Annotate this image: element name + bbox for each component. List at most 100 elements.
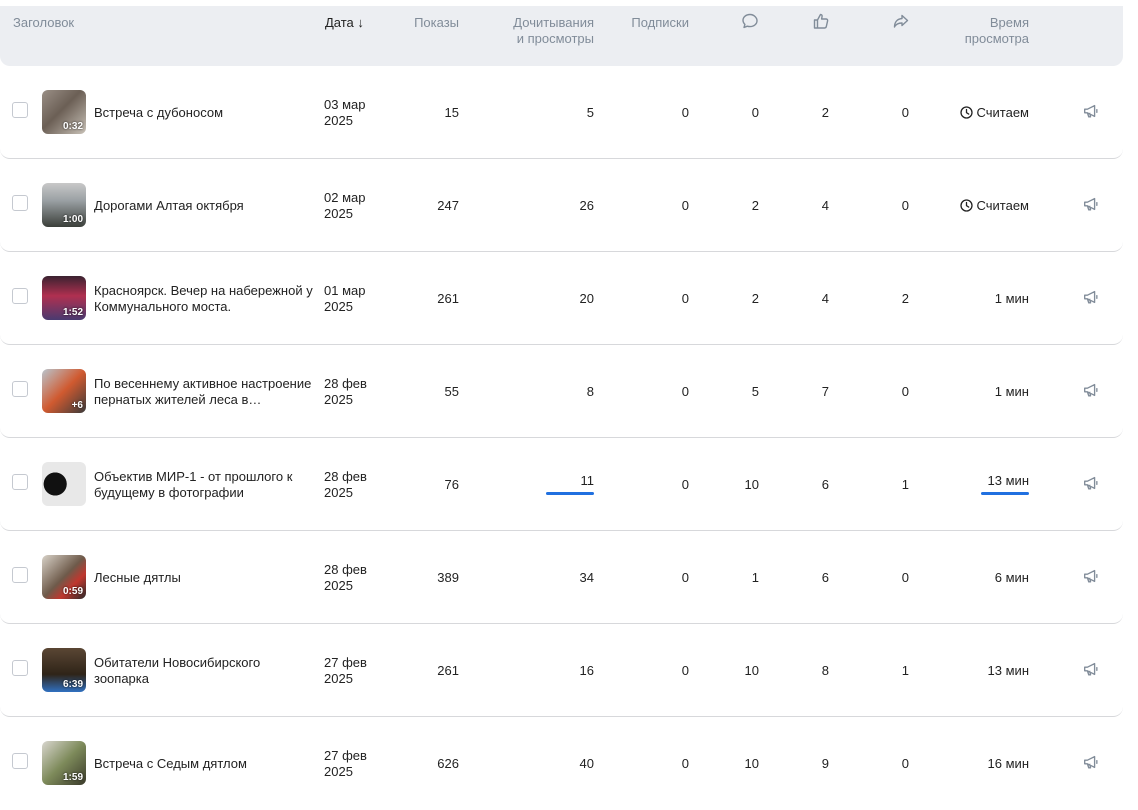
column-date-sort[interactable]: Дата ↓: [325, 15, 364, 31]
likes-count: 6: [821, 570, 829, 585]
views-count: 247: [437, 198, 459, 213]
table-row[interactable]: 1:00 Дорогами Алтая октября 02 мар 2025 247 2…: [0, 159, 1123, 252]
promote-megaphone-icon[interactable]: [1082, 381, 1100, 399]
video-title-text: Красноярск. Вечер на набережной у Коммун…: [94, 282, 313, 314]
table-row[interactable]: 0:32 Встреча с дубоносом 03 мар 2025 15 5 0 0 2 0…: [0, 66, 1123, 159]
table-row[interactable]: 1:59 Встреча с Седым дятлом 27 фев 2025 626 4…: [0, 717, 1123, 810]
watch-time: Считаем: [930, 198, 1029, 214]
table-row[interactable]: +6 По весеннему активное настроение перна…: [0, 345, 1123, 438]
views-count: 15: [444, 105, 459, 120]
column-views[interactable]: Показы: [380, 15, 459, 31]
publish-date-day: 02 мар: [324, 190, 366, 205]
watch-time-value: 1 мин: [994, 291, 1029, 306]
video-title[interactable]: По весеннему активное настроение пернаты…: [94, 345, 316, 438]
table-row[interactable]: 0:59 Лесные дятлы 28 фев 2025 389 34 0 1 6 0 6 мин: [0, 531, 1123, 624]
row-checkbox[interactable]: [12, 288, 28, 304]
column-date-label: Дата: [325, 15, 354, 30]
reads-count: 16: [579, 663, 594, 678]
column-title[interactable]: Заголовок: [13, 15, 74, 31]
promote-megaphone-icon[interactable]: [1082, 102, 1100, 120]
row-checkbox[interactable]: [12, 195, 28, 211]
video-thumbnail[interactable]: 6:39: [42, 648, 86, 692]
promote-megaphone-icon[interactable]: [1082, 288, 1100, 306]
video-thumbnail[interactable]: +6: [42, 369, 86, 413]
comments-count: 2: [751, 291, 759, 306]
video-thumbnail[interactable]: 1:52: [42, 276, 86, 320]
views-count: 76: [444, 477, 459, 492]
video-thumbnail[interactable]: 1:59: [42, 741, 86, 785]
reads-count: 26: [579, 198, 594, 213]
column-reads[interactable]: Дочитывания и просмотры: [470, 15, 594, 47]
video-title-text: По весеннему активное настроение пернаты…: [94, 375, 312, 407]
clock-icon: [959, 199, 973, 212]
publish-date-year: 2025: [324, 671, 353, 686]
table-row[interactable]: 1:52 Красноярск. Вечер на набережной у Ко…: [0, 252, 1123, 345]
table-row[interactable]: Объектив МИР-1 - от прошлого к будущему …: [0, 438, 1123, 531]
comments-count: 10: [744, 477, 759, 492]
video-duration: 0:32: [62, 121, 83, 132]
video-duration: 1:00: [62, 214, 83, 225]
row-checkbox[interactable]: [12, 381, 28, 397]
video-title[interactable]: Лесные дятлы: [94, 531, 316, 624]
shares-count: 0: [901, 198, 909, 213]
row-checkbox[interactable]: [12, 102, 28, 118]
video-thumbnail[interactable]: 0:59: [42, 555, 86, 599]
publish-date: 28 фев 2025: [324, 376, 384, 408]
column-watch-time[interactable]: Время просмотра: [930, 15, 1029, 47]
subscriptions-count: 0: [681, 663, 689, 678]
publish-date-day: 27 фев: [324, 655, 367, 670]
video-thumbnail[interactable]: 1:00: [42, 183, 86, 227]
promote-megaphone-icon[interactable]: [1082, 660, 1100, 678]
column-reads-line2: и просмотры: [516, 31, 594, 46]
video-duration: 6:39: [62, 679, 83, 690]
publish-date: 02 мар 2025: [324, 190, 384, 222]
watch-time: 16 мин: [930, 756, 1029, 772]
promote-megaphone-icon[interactable]: [1082, 567, 1100, 585]
views-count: 261: [437, 663, 459, 678]
promote-megaphone-icon[interactable]: [1082, 474, 1100, 492]
table-row[interactable]: 6:39 Обитатели Новосибирского зоопарка 27 …: [0, 624, 1123, 717]
row-checkbox[interactable]: [12, 753, 28, 769]
subscriptions-count: 0: [681, 756, 689, 771]
video-title[interactable]: Красноярск. Вечер на набережной у Коммун…: [94, 252, 316, 345]
video-title[interactable]: Дорогами Алтая октября: [94, 159, 316, 252]
publish-date-day: 03 мар: [324, 97, 366, 112]
likes-count: 9: [821, 756, 829, 771]
video-thumbnail[interactable]: 0:32: [42, 90, 86, 134]
comments-count: 10: [744, 756, 759, 771]
video-title-text: Встреча с Седым дятлом: [94, 755, 247, 771]
watch-time-value: 1 мин: [994, 384, 1029, 399]
column-subscriptions[interactable]: Подписки: [600, 15, 689, 31]
video-title-text: Объектив МИР-1 - от прошлого к будущему …: [94, 468, 293, 500]
share-icon[interactable]: [891, 11, 911, 31]
table-body: 0:32 Встреча с дубоносом 03 мар 2025 15 5 0 0 2 0…: [0, 66, 1123, 810]
row-checkbox[interactable]: [12, 474, 28, 490]
shares-count: 0: [901, 756, 909, 771]
like-icon[interactable]: [811, 11, 831, 31]
row-checkbox[interactable]: [12, 660, 28, 676]
row-checkbox[interactable]: [12, 567, 28, 583]
views-count: 55: [444, 384, 459, 399]
video-duration: +6: [71, 400, 83, 411]
promote-megaphone-icon[interactable]: [1082, 753, 1100, 771]
watch-time-value: 16 мин: [987, 756, 1029, 771]
subscriptions-count: 0: [681, 477, 689, 492]
reads-count: 40: [579, 756, 594, 771]
video-title[interactable]: Объектив МИР-1 - от прошлого к будущему …: [94, 438, 316, 531]
video-title[interactable]: Встреча с Седым дятлом: [94, 717, 316, 810]
publish-date-year: 2025: [324, 392, 353, 407]
promote-megaphone-icon[interactable]: [1082, 195, 1100, 213]
publish-date-day: 27 фев: [324, 748, 367, 763]
likes-count: 4: [821, 198, 829, 213]
publish-date-year: 2025: [324, 206, 353, 221]
video-duration: 0:59: [62, 586, 83, 597]
shares-count: 1: [901, 663, 909, 678]
video-title[interactable]: Обитатели Новосибирского зоопарка: [94, 624, 316, 717]
video-thumbnail[interactable]: [42, 462, 86, 506]
views-count: 626: [437, 756, 459, 771]
video-title-text: Лесные дятлы: [94, 569, 181, 585]
comment-icon[interactable]: [740, 11, 760, 31]
video-title[interactable]: Встреча с дубоносом: [94, 66, 316, 159]
column-time-line1: Время: [989, 15, 1029, 30]
publish-date-year: 2025: [324, 764, 353, 779]
